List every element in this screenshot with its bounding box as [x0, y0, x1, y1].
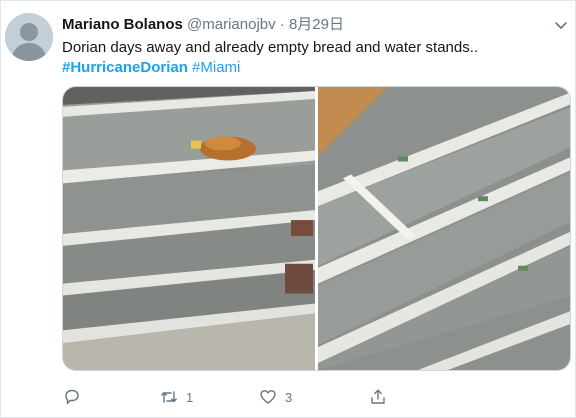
reply-button[interactable] — [63, 385, 89, 409]
retweet-button[interactable]: 1 — [160, 385, 193, 409]
tweet-body: Dorian days away and already empty bread… — [62, 39, 479, 56]
like-button[interactable]: 3 — [259, 385, 292, 409]
display-name[interactable]: Mariano Bolanos — [62, 16, 183, 33]
photo-empty-shelves-overhead[interactable] — [318, 87, 570, 370]
tweet-header: Mariano Bolanos @marianojbv · 8月29日 — [62, 15, 344, 35]
heart-icon — [260, 390, 276, 404]
tweet-card[interactable]: Mariano Bolanos @marianojbv · 8月29日 Dori… — [0, 0, 576, 418]
avatar[interactable] — [5, 13, 53, 61]
retweet-icon — [161, 391, 177, 403]
timestamp[interactable]: 8月29日 — [289, 16, 344, 33]
user-handle[interactable]: @marianojbv — [187, 16, 276, 33]
separator-dot: · — [279, 16, 285, 33]
default-avatar-icon — [5, 13, 53, 61]
reply-icon — [65, 389, 79, 405]
photo-empty-shelves-front[interactable] — [63, 87, 315, 370]
like-count: 3 — [285, 389, 293, 405]
hashtag-line: #HurricaneDorian #Miami — [62, 58, 562, 78]
hashtag-hurricanedorian[interactable]: #HurricaneDorian — [62, 59, 188, 76]
retweet-count: 1 — [186, 389, 194, 405]
share-button[interactable] — [369, 385, 395, 409]
hashtag-miami[interactable]: #Miami — [192, 59, 240, 76]
action-bar: 1 3 — [62, 385, 562, 409]
tweet-text: Dorian days away and already empty bread… — [62, 38, 562, 78]
chevron-down-icon[interactable] — [554, 18, 568, 32]
media-grid — [62, 86, 571, 371]
share-icon — [371, 389, 385, 404]
